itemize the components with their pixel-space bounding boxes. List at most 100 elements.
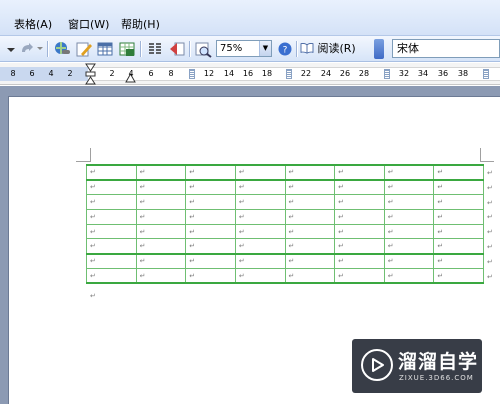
table-cell[interactable]: ↵ <box>234 252 286 270</box>
table-cell[interactable]: ↵ <box>334 223 385 240</box>
table-cell[interactable]: ↵ <box>284 268 336 285</box>
table-cell[interactable]: ↵ <box>135 223 187 240</box>
table-cell[interactable]: ↵ <box>433 268 484 285</box>
menu-window[interactable]: 窗口(W) <box>68 16 109 32</box>
table-icon[interactable] <box>96 40 114 58</box>
table-cell[interactable]: ↵ <box>383 178 435 196</box>
table-cell[interactable]: ↵ <box>284 194 336 210</box>
row-end-mark: ↵ <box>487 243 493 251</box>
table-cell[interactable]: ↵ <box>135 238 187 255</box>
table-cell[interactable]: ↵ <box>383 208 435 225</box>
table-cell[interactable]: ↵ <box>334 164 385 181</box>
table-cell[interactable]: ↵ <box>135 208 187 225</box>
help-icon[interactable]: ? <box>276 40 294 58</box>
table-cell[interactable]: ↵ <box>383 223 435 240</box>
table-cell[interactable]: ↵ <box>234 208 286 225</box>
table-cell[interactable]: ↵ <box>284 238 336 255</box>
table-cell[interactable]: ↵ <box>185 208 236 225</box>
table-cell[interactable]: ↵ <box>234 178 286 196</box>
ruler-label: 32 <box>398 69 410 78</box>
zoom-icon[interactable] <box>194 40 212 58</box>
table-cell[interactable]: ↵ <box>383 194 435 210</box>
table-cell[interactable]: ↵ <box>433 252 484 270</box>
watermark-title: 溜溜自学 <box>398 351 479 373</box>
menu-table[interactable]: 表格(A) <box>14 16 52 32</box>
table-cell[interactable]: ↵ <box>86 223 137 240</box>
ruler-label: 16 <box>242 69 254 78</box>
undo-dropdown-icon[interactable] <box>2 40 16 58</box>
table-cell[interactable]: ↵ <box>135 268 187 285</box>
table-cell[interactable]: ↵ <box>86 252 137 270</box>
table-cell[interactable]: ↵ <box>234 268 286 285</box>
table-cell[interactable]: ↵ <box>234 238 286 255</box>
style-pane-icon[interactable] <box>374 39 384 59</box>
table-cell[interactable]: ↵ <box>334 238 385 255</box>
table-cell[interactable]: ↵ <box>135 194 187 210</box>
read-button[interactable]: 阅读(R) <box>300 40 356 58</box>
table-cell[interactable]: ↵ <box>284 252 336 270</box>
table-cell[interactable]: ↵ <box>86 178 137 196</box>
table-cell[interactable]: ↵ <box>135 164 187 181</box>
table-cell[interactable]: ↵ <box>234 164 286 181</box>
table-cell[interactable]: ↵ <box>334 194 385 210</box>
table-cell[interactable]: ↵ <box>433 238 484 255</box>
table-cell[interactable]: ↵ <box>433 178 484 196</box>
table-cell[interactable]: ↵ <box>86 268 137 285</box>
table-cell[interactable]: ↵ <box>185 194 236 210</box>
document-map-icon[interactable] <box>168 40 186 58</box>
column-marker[interactable] <box>483 69 489 79</box>
crop-mark <box>480 148 481 162</box>
table-cell[interactable]: ↵ <box>433 194 484 210</box>
ruler-label: 4 <box>128 69 134 78</box>
table-cell[interactable]: ↵ <box>334 208 385 225</box>
table-cell[interactable]: ↵ <box>334 178 385 196</box>
table-cell[interactable]: ↵ <box>86 208 137 225</box>
table-cell[interactable]: ↵ <box>234 194 286 210</box>
indent-marker-icon[interactable] <box>85 63 97 85</box>
excel-icon[interactable] <box>118 40 136 58</box>
column-marker[interactable] <box>286 69 292 79</box>
hyperlink-icon[interactable] <box>53 40 71 58</box>
table-cell[interactable]: ↵ <box>284 208 336 225</box>
font-name-value: 宋体 <box>397 42 419 55</box>
table-cell[interactable]: ↵ <box>433 208 484 225</box>
document-table[interactable]: ↵ ↵ ↵ ↵ ↵ ↵ ↵ ↵ ↵ ↵ ↵ ↵ ↵ ↵ ↵ ↵ ↵ ↵ ↵ ↵ ↵ ↵ ↵ ↵ ↵ ↵ ↵ ↵ ↵ ↵ ↵ ↵ ↵ ↵ ↵ ↵ ↵ ↵ ↵ ↵… <box>86 164 484 285</box>
read-icon <box>300 43 314 54</box>
table-cell[interactable]: ↵ <box>185 268 236 285</box>
table-cell[interactable]: ↵ <box>284 178 336 196</box>
zoom-select[interactable]: 75% ▼ <box>216 40 272 57</box>
table-cell[interactable]: ↵ <box>185 238 236 255</box>
table-cell[interactable]: ↵ <box>185 223 236 240</box>
table-cell[interactable]: ↵ <box>185 164 236 181</box>
table-cell[interactable]: ↵ <box>334 268 385 285</box>
table-cell[interactable]: ↵ <box>383 164 435 181</box>
horizontal-ruler[interactable]: 8 6 4 2 2 4 6 8 12 14 16 18 22 24 26 28 32 34 36 38 <box>0 63 500 85</box>
redo-icon[interactable] <box>18 40 44 58</box>
column-marker[interactable] <box>384 69 390 79</box>
columns-icon[interactable] <box>146 40 164 58</box>
chevron-down-icon[interactable]: ▼ <box>259 41 271 56</box>
table-cell[interactable]: ↵ <box>383 268 435 285</box>
menu-help[interactable]: 帮助(H) <box>121 16 160 32</box>
row-end-mark: ↵ <box>487 169 493 177</box>
table-cell[interactable]: ↵ <box>185 252 236 270</box>
column-marker[interactable] <box>189 69 195 79</box>
table-cell[interactable]: ↵ <box>284 223 336 240</box>
font-name-field[interactable]: 宋体 <box>392 39 500 58</box>
table-cell[interactable]: ↵ <box>135 252 187 270</box>
table-cell[interactable]: ↵ <box>383 238 435 255</box>
table-cell[interactable]: ↵ <box>433 164 484 181</box>
table-cell[interactable]: ↵ <box>284 164 336 181</box>
ruler-label: 34 <box>417 69 429 78</box>
table-cell[interactable]: ↵ <box>433 223 484 240</box>
table-cell[interactable]: ↵ <box>185 178 236 196</box>
table-cell[interactable]: ↵ <box>86 194 137 210</box>
table-cell[interactable]: ↵ <box>86 164 137 181</box>
table-cell[interactable]: ↵ <box>334 252 385 270</box>
table-cell[interactable]: ↵ <box>135 178 187 196</box>
table-cell[interactable]: ↵ <box>234 223 286 240</box>
table-cell[interactable]: ↵ <box>383 252 435 270</box>
table-cell[interactable]: ↵ <box>86 238 137 255</box>
table-row: ↵ ↵ ↵ ↵ ↵ ↵ ↵ ↵ <box>86 208 484 225</box>
drawing-icon[interactable] <box>75 40 93 58</box>
